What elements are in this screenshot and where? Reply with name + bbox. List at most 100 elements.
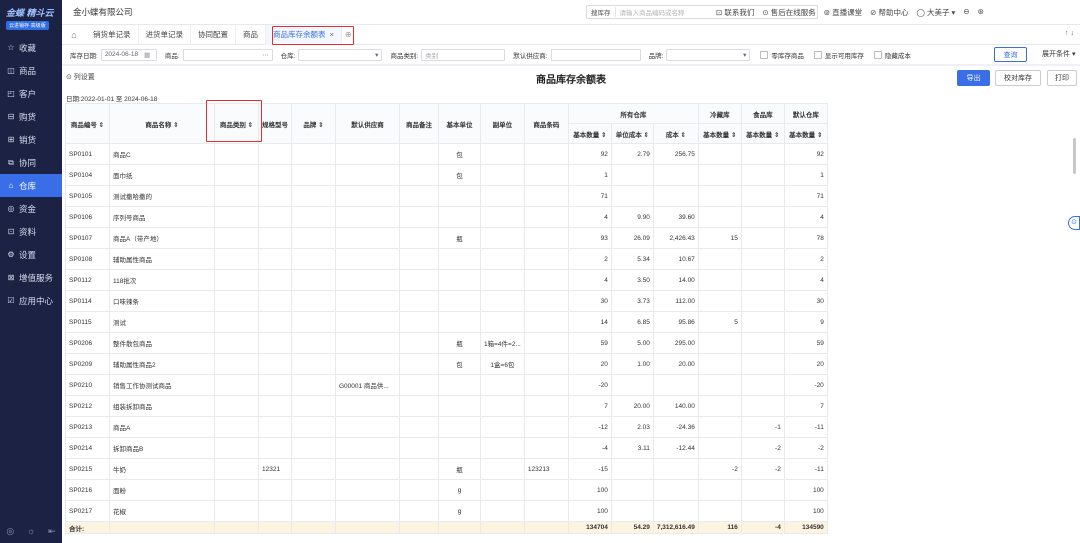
category-input[interactable]: 类别 [421, 48, 506, 61]
sidebar-item-label: 商品 [19, 65, 37, 76]
tab-1[interactable]: 进货单记录 [139, 24, 191, 45]
column-header[interactable]: 基本数量 ⇕ [697, 123, 742, 144]
live-class-link[interactable]: ⊚ 直播课堂 [824, 7, 862, 18]
column-header[interactable]: 商品名称 ⇕ [109, 103, 215, 144]
collapse-sidebar-icon[interactable]: ⇤ [48, 526, 56, 537]
minimize-icon[interactable]: ⊖ [963, 7, 969, 18]
table-cell [258, 332, 292, 354]
table-row[interactable]: SP0106 序列号商品 4 9.90 39.60 4 [65, 206, 828, 228]
table-row[interactable]: SP0107 商品A（带产地） 瓶 93 26.09 2,426.43 15 78 [65, 227, 828, 249]
tab-0[interactable]: 销货单记录 [86, 24, 139, 45]
total-cell [214, 521, 259, 534]
brand-logo[interactable]: 金蝶 精斗云 云进销存·高级版 [0, 0, 62, 34]
table-row[interactable]: SP0104 面巾纸 包 1 1 [65, 164, 828, 186]
table-cell [214, 500, 259, 522]
tab-scroll-icon[interactable]: ↑ ↓ [1065, 30, 1074, 37]
table-cell [214, 248, 259, 270]
help-center-link[interactable]: ⊘ 帮助中心 [870, 7, 908, 18]
table-row[interactable]: SP0101 商品C 包 92 2.79 256.75 92 [65, 143, 828, 165]
total-cell [438, 521, 481, 534]
supplier-input[interactable] [550, 48, 641, 61]
table-row[interactable]: SP0115 测试 14 6.85 95.86 5 9 [65, 311, 828, 333]
sidebar-item-2[interactable]: ◰ 客户 [0, 82, 62, 105]
tab-2[interactable]: 协同配置 [191, 24, 236, 45]
company-name[interactable]: 金小蝶有限公司 [73, 6, 133, 18]
sidebar-item-8[interactable]: ⊡ 资料 [0, 220, 62, 243]
sidebar-item-10[interactable]: ⊠ 增值服务 [0, 266, 62, 289]
sidebar-item-0[interactable]: ☆ 收藏 [0, 36, 62, 59]
sidebar-item-6[interactable]: ⌂ 仓库 [0, 174, 62, 197]
online-service-link[interactable]: ⊙ 售后在线服务 [762, 7, 815, 18]
export-button[interactable]: 导出 [957, 70, 990, 86]
sidebar-settings-icon[interactable]: ◎ [6, 526, 14, 537]
tab-3[interactable]: 商品 [236, 24, 266, 45]
table-cell [523, 395, 569, 417]
sidebar-item-11[interactable]: ☑ 应用中心 [0, 289, 62, 312]
expand-conditions-button[interactable]: 展开条件 ▾ [1042, 49, 1075, 59]
sidebar-item-7[interactable]: ◎ 资金 [0, 197, 62, 220]
user-menu[interactable]: ◯ 大美子 ▾ [917, 7, 956, 18]
sidebar-item-3[interactable]: ⊟ 购货 [0, 105, 62, 128]
more-icon[interactable]: ⋯ [262, 51, 269, 59]
table-cell [214, 395, 259, 417]
column-header[interactable]: 基本数量 ⇕ [567, 123, 612, 144]
home-icon[interactable]: ⌂ [62, 30, 86, 40]
column-header[interactable]: 规格型号 [258, 103, 292, 144]
column-header[interactable]: 副单位 [480, 103, 525, 144]
hide-cost-checkbox[interactable] [873, 50, 882, 59]
table-row[interactable]: SP0112 118批次 4 3.50 14.00 4 [65, 269, 828, 291]
table-row[interactable]: SP0215 牛奶 12321 瓶 123213 -15 -2 -2 -11 [65, 458, 828, 480]
column-header[interactable]: 基本数量 ⇕ [783, 123, 828, 144]
table-row[interactable]: SP0210 销售工作协测试商品 G00001 商品供... -20 -20 [65, 374, 828, 396]
add-tab-icon[interactable]: ⊕ [345, 30, 352, 39]
table-row[interactable]: SP0214 拆卸商品B -4 3.11 -12.44 -2 -2 [65, 437, 828, 459]
available-stock-label: 显示可用库存 [824, 52, 864, 60]
table-row[interactable]: SP0114 口味辣条 30 3.73 112.00 30 [65, 290, 828, 312]
tab-4[interactable]: 商品库存余额表 × [266, 24, 342, 45]
date-input[interactable]: 2024-06-18 ▦ [100, 48, 157, 61]
column-header[interactable]: 商品条码 [523, 103, 569, 144]
goods-input[interactable]: ⋯ [182, 48, 273, 61]
sidebar-footer: ◎ ☼ ⇤ [0, 526, 62, 537]
vertical-scrollbar[interactable] [1073, 138, 1076, 174]
sidebar-item-4[interactable]: ⊞ 销货 [0, 128, 62, 151]
sidebar-theme-icon[interactable]: ☼ [27, 526, 35, 537]
calibrate-stock-button[interactable]: 校对库存 [995, 70, 1041, 86]
column-header[interactable]: 商品类别 ⇕ [214, 103, 259, 144]
table-row[interactable]: SP0217 花椒 g 100 100 [65, 500, 828, 522]
column-header[interactable]: 基本单位 [438, 103, 481, 144]
table-row[interactable]: SP0108 辅助属性商品 2 5.34 10.67 2 [65, 248, 828, 270]
sidebar-item-5[interactable]: ⧉ 协同 [0, 151, 62, 174]
available-stock-checkbox[interactable] [813, 50, 822, 59]
column-header[interactable]: 商品备注 [399, 103, 439, 144]
table-row[interactable]: SP0216 面粉 g 100 100 [65, 479, 828, 501]
query-button[interactable]: 查询 [994, 47, 1027, 62]
table-row[interactable]: SP0206 整件散包商品瓶 1箱=4件=2... 59 5.00 295.00 59 [65, 332, 828, 354]
column-header[interactable]: 单位成本 ⇕ [610, 123, 654, 144]
close-icon[interactable]: × [330, 30, 334, 39]
calendar-icon[interactable]: ▦ [144, 51, 150, 59]
warehouse-select[interactable]: ▾ [298, 48, 383, 61]
table-row[interactable]: SP0213 商品A -12 2.03 -24.36 -1 -11 [65, 416, 828, 438]
table-row[interactable]: SP0212 组装拆卸商品 7 20.00 140.00 7 [65, 395, 828, 417]
contact-us-link[interactable]: ⊡ 联系我们 [716, 7, 754, 18]
column-header[interactable]: 商品编号 ⇕ [65, 103, 110, 144]
sidebar-item-9[interactable]: ⚙ 设置 [0, 243, 62, 266]
table-row[interactable]: SP0105 测试撒哈撒的 71 71 [65, 185, 828, 207]
zero-stock-checkbox[interactable] [760, 50, 769, 59]
print-button[interactable]: 打印 [1047, 70, 1077, 86]
sidebar-item-1[interactable]: ◫ 商品 [0, 59, 62, 82]
brand-select[interactable]: ▾ [666, 48, 751, 61]
table-cell [523, 269, 569, 291]
table-row[interactable]: SP0209 辅助属性商品2 包 1盒=6包 20 1.00 20.00 20 [65, 353, 828, 375]
search-scope-select[interactable]: 搜库存 [587, 7, 616, 17]
table-cell: 1.00 [610, 353, 654, 375]
column-header[interactable]: 成本 ⇕ [652, 123, 699, 144]
floating-help-icon[interactable]: ⊙ [1068, 216, 1080, 230]
table-cell: -2 [740, 437, 785, 459]
settings-icon[interactable]: ⊛ [978, 7, 984, 18]
column-header[interactable]: 品牌 ⇕ [291, 103, 336, 144]
column-header[interactable]: 基本数量 ⇕ [740, 123, 785, 144]
total-row: 合计: 134704 54.29 7,312,616.49 116 -4 134590 [65, 521, 828, 534]
column-header[interactable]: 默认供应商 [335, 103, 400, 144]
